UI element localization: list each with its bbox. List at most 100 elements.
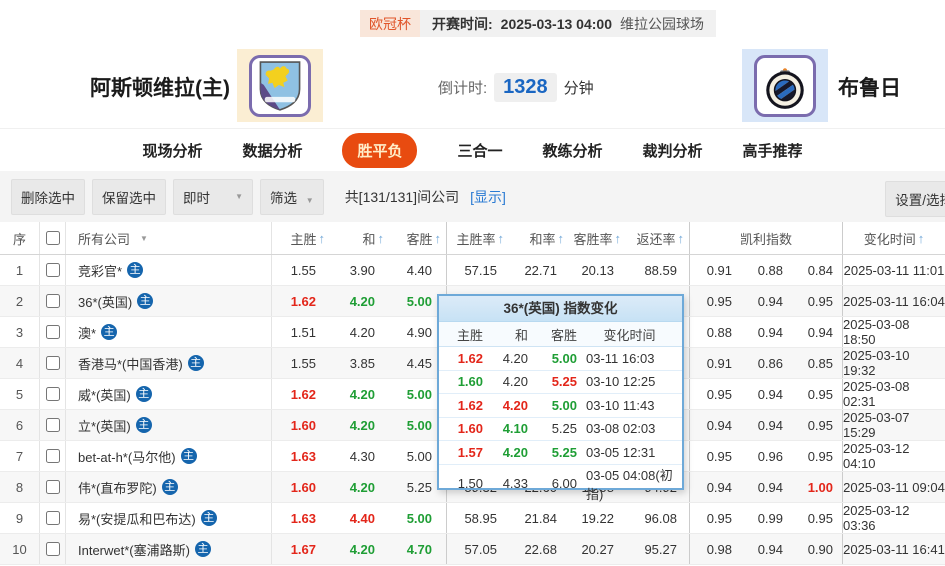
change-time: 2025-03-08 02:31 (843, 379, 910, 409)
company-name[interactable]: 威*(英国) 主 (66, 379, 272, 409)
row-index: 3 (0, 317, 40, 347)
row-checkbox[interactable] (45, 511, 60, 525)
company-label: 澳* (78, 325, 97, 341)
popup-odds-value: 5.00 (551, 397, 577, 413)
odds-value: 3.90 (349, 262, 375, 278)
keep-selected-button[interactable]: 保留选中 (92, 178, 166, 215)
kelly-value: 0.94 (706, 479, 732, 495)
company-name[interactable]: Interwet*(塞浦路斯) 主 (66, 534, 272, 564)
tab-referee-analysis[interactable]: 裁判分析 (643, 133, 703, 168)
settings-button[interactable]: 设置/选择 (885, 181, 945, 217)
filter-dropdown[interactable]: 筛选 ▼ (260, 178, 324, 215)
kickoff-label: 开赛时间: (432, 15, 493, 32)
row-checkbox[interactable] (45, 356, 60, 370)
col-draw[interactable]: 和 ↑ (330, 222, 389, 254)
tab-three-in-one[interactable]: 三合一 (457, 133, 502, 168)
checkbox-cell (40, 534, 66, 564)
change-time: 2025-03-12 04:10 (843, 441, 910, 471)
tab-live-analysis[interactable]: 现场分析 (142, 133, 202, 168)
company-name[interactable]: 易*(安提瓜和巴布达) 主 (66, 503, 272, 533)
col-seq: 序 (0, 222, 40, 254)
col-change-time[interactable]: 变化时间 ↑ (843, 222, 945, 254)
odds-value: 4.20 (349, 293, 375, 309)
row-index: 1 (0, 255, 40, 285)
odds-page: 欧冠杯 开赛时间: 2025-03-13 04:00 维拉公园球场 阿斯顿维拉(… (0, 0, 945, 566)
row-checkbox[interactable] (45, 542, 60, 556)
col-home-rate[interactable]: 主胜率 ↑ (447, 222, 509, 254)
checkbox-cell (40, 441, 66, 471)
tab-expert-picks[interactable]: 高手推荐 (743, 133, 803, 168)
kelly-value: 0.96 (757, 448, 783, 464)
checkbox-cell (40, 503, 66, 533)
company-name[interactable]: 竞彩官* 主 (66, 255, 272, 285)
away-team-name: 布鲁日 (838, 77, 901, 100)
odds-value: 4.40 (349, 510, 375, 526)
popup-odds-value: 5.25 (551, 374, 577, 390)
odds-value: 4.20 (349, 541, 375, 557)
col-kelly: 凯利指数 (690, 222, 843, 254)
change-time: 2025-03-11 09:04 (843, 479, 945, 495)
kelly-value: 0.94 (757, 386, 783, 402)
tab-win-draw-lose[interactable]: 胜平负 (342, 132, 418, 168)
row-checkbox[interactable] (45, 387, 60, 401)
change-time: 2025-03-11 11:01 (843, 262, 945, 278)
sort-arrow-icon: ↑ (677, 230, 685, 246)
company-label: 易*(安提瓜和巴布达) (78, 511, 196, 527)
popup-odds-value: 4.20 (502, 397, 528, 413)
col-away-win[interactable]: 客胜 ↑ (389, 222, 447, 254)
row-checkbox[interactable] (45, 294, 60, 308)
popup-odds-value: 5.00 (551, 350, 577, 366)
company-name[interactable]: 立*(英国) 主 (66, 410, 272, 440)
row-index: 7 (0, 441, 40, 471)
select-all-checkbox[interactable] (45, 231, 60, 245)
rate-value: 57.05 (464, 541, 497, 557)
company-name[interactable]: 伟*(直布罗陀) 主 (66, 472, 272, 502)
col-payout-rate[interactable]: 返还率 ↑ (626, 222, 690, 254)
row-checkbox[interactable] (45, 263, 60, 277)
checkbox-cell (40, 379, 66, 409)
col-company[interactable]: 所有公司 ▼ (66, 222, 272, 254)
checkbox-cell (40, 472, 66, 502)
delete-selected-button[interactable]: 删除选中 (11, 178, 85, 215)
row-checkbox[interactable] (45, 418, 60, 432)
show-link[interactable]: [显示] (470, 187, 506, 207)
row-checkbox[interactable] (45, 480, 60, 494)
checkbox-cell (40, 410, 66, 440)
kelly-value: 0.95 (792, 379, 843, 409)
home-indicator-icon: 主 (180, 448, 197, 464)
odds-value: 5.00 (389, 503, 447, 533)
home-indicator-icon: 主 (200, 510, 217, 526)
kickoff-time: 2025-03-13 04:00 (500, 15, 612, 32)
tab-data-analysis[interactable]: 数据分析 (242, 133, 302, 168)
row-checkbox[interactable] (45, 325, 60, 339)
row-checkbox[interactable] (45, 449, 60, 463)
col-home-win[interactable]: 主胜 ↑ (272, 222, 330, 254)
company-name[interactable]: 36*(英国) 主 (66, 286, 272, 316)
col-away-rate[interactable]: 客胜率 ↑ (569, 222, 626, 254)
kelly-value: 0.94 (757, 324, 783, 340)
change-time: 2025-03-12 03:36 (843, 503, 910, 533)
company-label: 伟*(直布罗陀) (78, 480, 157, 496)
kelly-value: 0.94 (757, 293, 783, 309)
sort-arrow-icon: ↑ (557, 230, 565, 246)
checkbox-cell (40, 317, 66, 347)
popup-odds-value: 4.33 (502, 476, 528, 491)
company-name[interactable]: 香港马*(中国香港) 主 (66, 348, 272, 378)
time-filter-dropdown[interactable]: 即时 ▼ (173, 178, 253, 215)
popup-odds-value: 5.25 (551, 421, 577, 437)
tab-coach-analysis[interactable]: 教练分析 (543, 133, 603, 168)
col-draw-rate[interactable]: 和率 ↑ (509, 222, 569, 254)
company-name[interactable]: bet-at-h*(马尔他) 主 (66, 441, 272, 471)
odds-value: 4.20 (349, 324, 375, 340)
odds-value: 1.63 (290, 510, 316, 526)
venue: 维拉公园球场 (619, 15, 704, 32)
kelly-value: 0.95 (792, 286, 843, 316)
kelly-value: 0.99 (757, 510, 783, 526)
kelly-value: 0.91 (706, 355, 732, 371)
company-label: bet-at-h*(马尔他) (78, 449, 176, 465)
row-index: 9 (0, 503, 40, 533)
company-name[interactable]: 澳* 主 (66, 317, 272, 347)
sort-arrow-icon: ↑ (917, 230, 925, 246)
home-indicator-icon: 主 (127, 262, 144, 278)
toolbar: 删除选中 保留选中 即时 ▼ 筛选 ▼ 共[131/131]间公司 [显示] 设… (0, 171, 945, 222)
